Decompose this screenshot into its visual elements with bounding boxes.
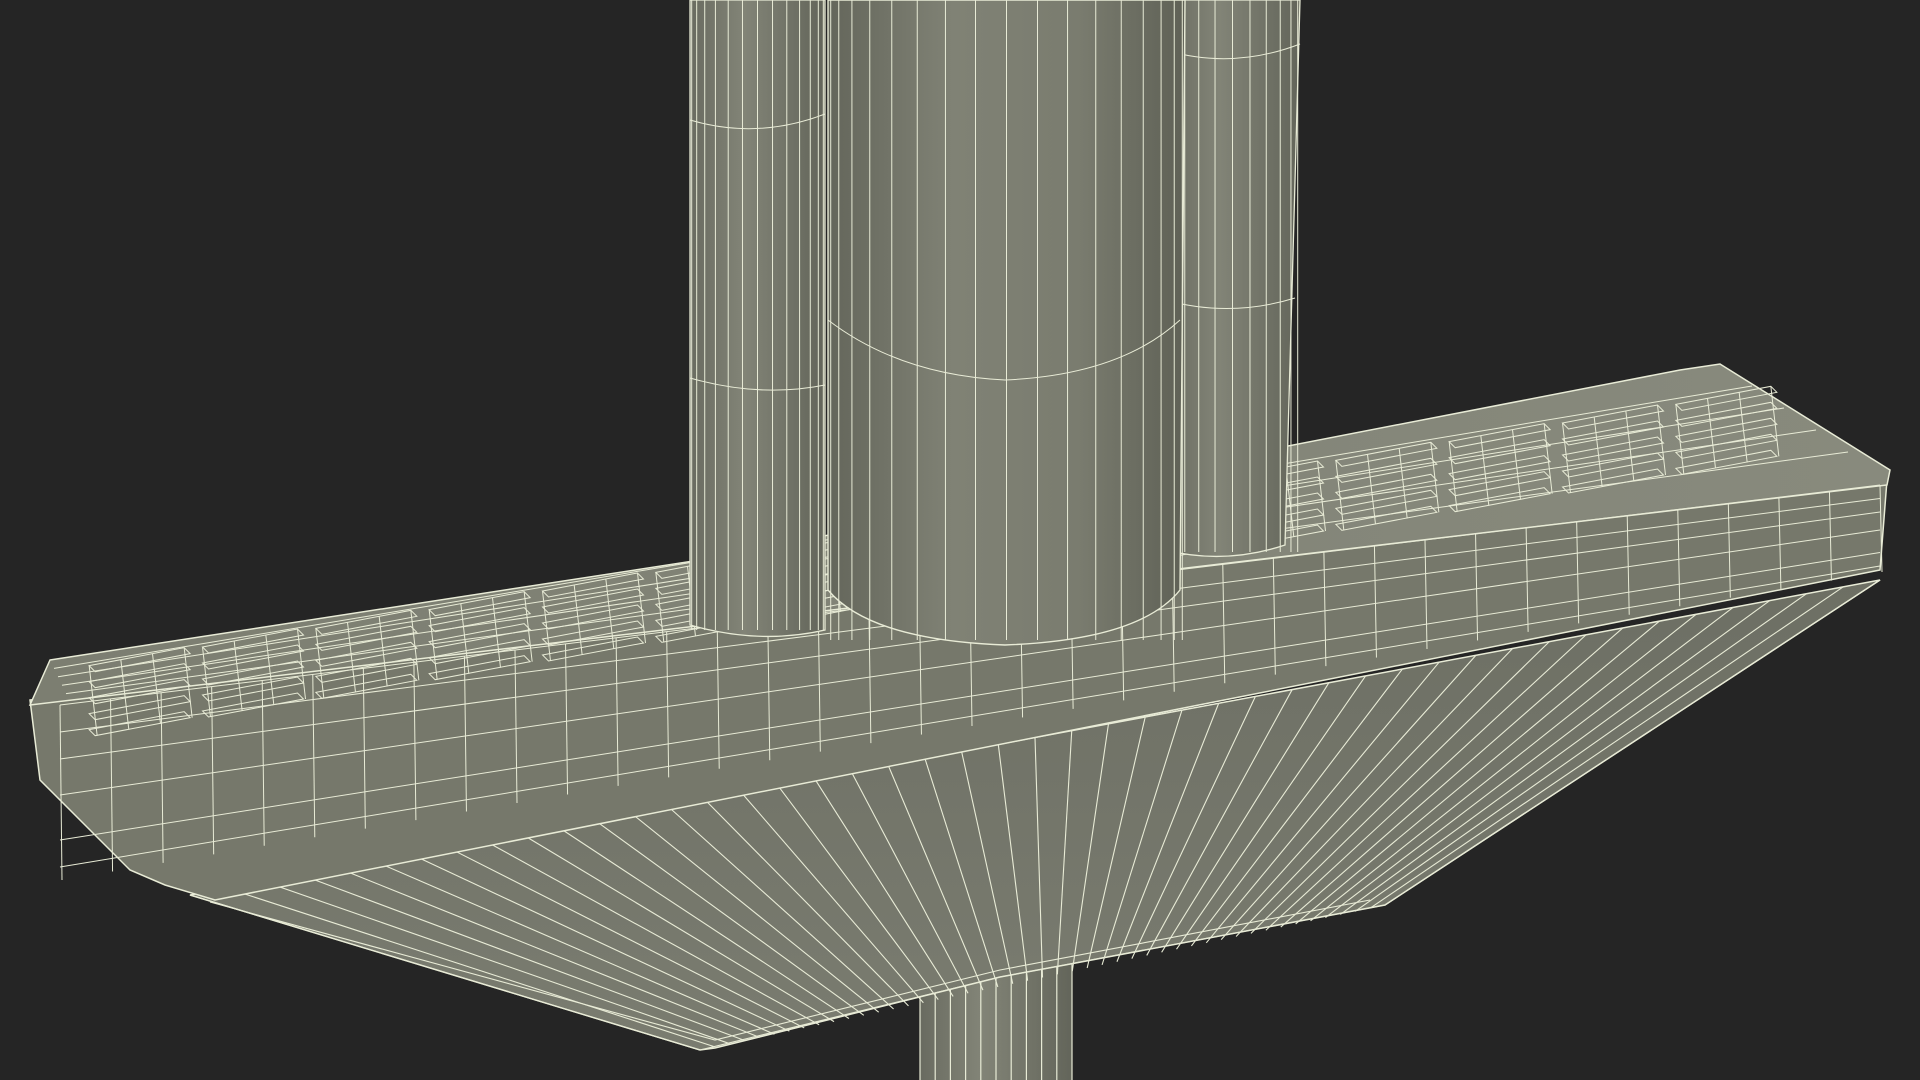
left-tube (689, 0, 826, 638)
render-viewport (0, 0, 1920, 1080)
right-tube (1164, 0, 1301, 558)
main-tube (827, 0, 1186, 646)
wireframe-render (28, 0, 1891, 1080)
